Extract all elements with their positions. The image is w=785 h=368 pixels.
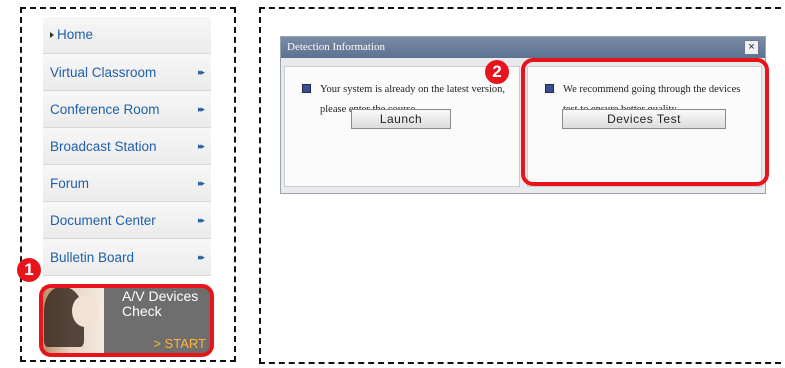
double-arrow-icon: ▸▸ xyxy=(197,251,205,262)
launch-button[interactable]: Launch xyxy=(351,109,451,129)
double-arrow-icon: ▸▸ xyxy=(197,140,205,151)
close-icon[interactable]: × xyxy=(744,40,759,55)
menu-item-label: Conference Room xyxy=(50,101,160,117)
triangle-icon xyxy=(50,31,54,38)
menu-item-label: Home xyxy=(57,27,94,42)
dialog-title-bar: Detection Information × xyxy=(281,37,765,58)
menu-item-home[interactable]: Home xyxy=(43,17,211,54)
double-arrow-icon: ▸▸ xyxy=(197,66,205,77)
menu-item-bulletin-board[interactable]: Bulletin Board ▸▸ xyxy=(43,239,211,276)
menu-item-document-center[interactable]: Document Center ▸▸ xyxy=(43,202,211,239)
menu-item-broadcast-station[interactable]: Broadcast Station ▸▸ xyxy=(43,128,211,165)
menu-item-label: Forum xyxy=(50,175,90,191)
double-arrow-icon: ▸▸ xyxy=(197,177,205,188)
step-badge-2: 2 xyxy=(485,60,509,84)
menu-item-conference-room[interactable]: Conference Room ▸▸ xyxy=(43,91,211,128)
double-arrow-icon: ▸▸ xyxy=(197,103,205,114)
side-menu: Home Virtual Classroom ▸▸ Conference Roo… xyxy=(43,17,211,276)
highlight-ring-1 xyxy=(39,284,214,357)
dialog-title: Detection Information xyxy=(287,41,386,53)
menu-item-forum[interactable]: Forum ▸▸ xyxy=(43,165,211,202)
step-badge-1: 1 xyxy=(17,258,41,282)
double-arrow-icon: ▸▸ xyxy=(197,214,205,225)
menu-item-label: Virtual Classroom xyxy=(50,64,157,80)
menu-item-virtual-classroom[interactable]: Virtual Classroom ▸▸ xyxy=(43,54,211,91)
menu-item-label: Bulletin Board xyxy=(50,249,135,265)
menu-item-label: Document Center xyxy=(50,212,156,228)
highlight-ring-2 xyxy=(521,58,769,186)
menu-item-label: Broadcast Station xyxy=(50,138,157,154)
square-bullet-icon xyxy=(302,84,311,93)
